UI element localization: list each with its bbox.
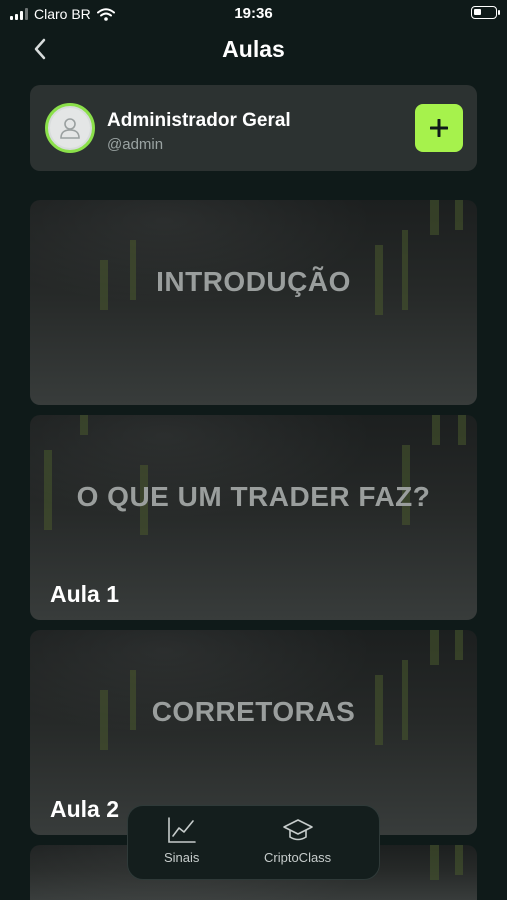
tab-label: Sinais <box>164 850 200 865</box>
status-bar: Claro BR 19:36 <box>0 0 507 28</box>
candlestick-background-icon <box>100 200 463 315</box>
lesson-subtitle: Aula 1 <box>50 581 120 607</box>
lesson-card-1[interactable]: O QUE UM TRADER FAZ? Aula 1 <box>30 415 477 620</box>
lesson-card-intro[interactable]: INTRODUÇÃO <box>30 200 477 405</box>
tab-label: CriptoClass <box>264 850 332 865</box>
graduation-cap-icon <box>282 819 313 841</box>
user-name: Administrador Geral <box>107 110 291 131</box>
lesson-title: INTRODUÇÃO <box>156 266 351 297</box>
plus-icon <box>430 119 448 137</box>
clock: 19:36 <box>234 5 273 22</box>
lesson-title: O QUE UM TRADER FAZ? <box>76 481 431 512</box>
user-handle: @admin <box>107 136 164 153</box>
user-icon <box>60 118 80 139</box>
user-card: Administrador Geral @admin <box>30 85 477 171</box>
line-chart-icon <box>167 817 196 843</box>
battery-icon <box>471 6 500 19</box>
bottom-tab-bar: Sinais CriptoClass <box>127 805 380 880</box>
page-title: Aulas <box>222 36 285 62</box>
tab-criptoclass[interactable]: CriptoClass <box>264 816 331 865</box>
add-lesson-button[interactable] <box>415 104 463 152</box>
nav-header: Aulas <box>0 32 507 72</box>
tab-sinais[interactable]: Sinais <box>164 816 199 865</box>
lesson-subtitle: Aula 2 <box>50 796 120 822</box>
avatar[interactable] <box>45 103 95 153</box>
lesson-title: CORRETORAS <box>151 696 356 727</box>
